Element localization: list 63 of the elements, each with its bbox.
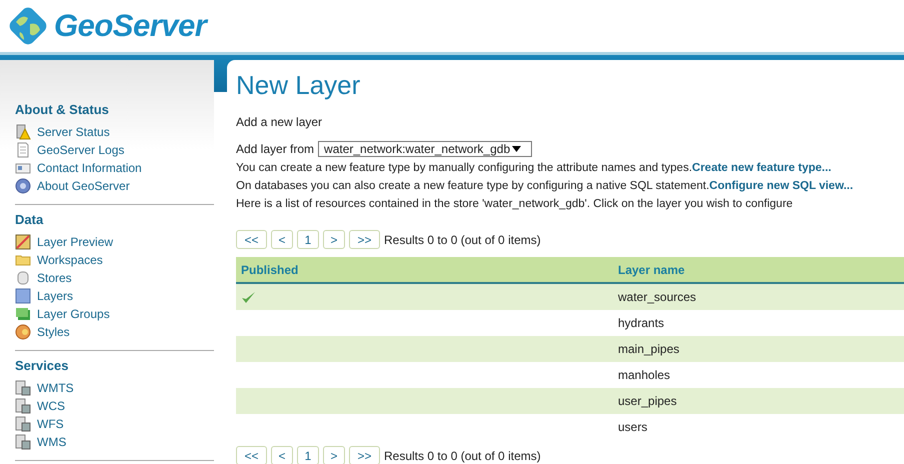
layers-icon [15,306,31,322]
table-cell-text: user_pipes [618,394,678,408]
pager-button[interactable]: > [323,230,345,249]
sidebar-link[interactable]: GeoServer Logs [37,143,124,157]
pager-button[interactable]: << [236,230,267,249]
section-title: About & Status [15,102,110,117]
pager-button[interactable]: >> [349,446,380,464]
document-icon [15,142,31,158]
page-title: New Layer [236,70,362,101]
table-row[interactable]: water_sources [236,284,904,310]
action-link[interactable]: Create new feature type... [692,162,832,174]
sidebar-link[interactable]: WMS [37,435,66,449]
table-cell-text: water_sources [618,290,698,304]
info-text: On databases you can also create a new feature type by configuring a native SQL statement. [236,180,710,192]
sidebar-link[interactable]: WMTS [37,381,74,395]
store-select[interactable]: water_network:water_network_gdb [318,141,532,157]
map-icon [15,234,31,250]
layer-icon [15,288,31,304]
sidebar-link[interactable]: WCS [37,399,65,413]
table-cell-text: manholes [618,368,672,382]
palette-icon [15,324,31,340]
sidebar-link[interactable]: Server Status [37,125,110,139]
results-summary: Results 0 to 0 (out of 0 items) [384,448,541,462]
table-cell-text: users [618,420,648,434]
pager-button[interactable]: < [271,230,293,249]
server-icon [15,434,31,450]
table-row[interactable]: main_pipes [236,336,904,362]
table-row[interactable]: user_pipes [236,388,904,414]
pager-button[interactable]: < [271,446,293,464]
select-label: Add layer from [236,142,314,156]
sidebar-link[interactable]: Styles [37,325,70,339]
action-link[interactable]: Configure new SQL view... [709,180,854,192]
pager-button[interactable]: 1 [297,446,319,464]
column-header: Layer name [618,262,686,276]
table-cell-text: hydrants [618,316,666,330]
sidebar-link[interactable]: Layer Groups [37,307,110,321]
dropdown-arrow-icon [512,146,522,152]
sidebar-link[interactable]: Stores [37,271,72,285]
pager-button[interactable]: << [236,446,267,464]
warning-icon [15,124,31,140]
server-icon [15,380,31,396]
sidebar-link[interactable]: Contact Information [37,161,142,175]
section-title: Services [15,358,70,373]
sidebar-link[interactable]: About GeoServer [37,179,130,193]
sidebar-link[interactable]: Layers [37,289,74,303]
sidebar-link[interactable]: Workspaces [37,253,103,267]
server-icon [15,416,31,432]
pager-button[interactable]: 1 [297,230,319,249]
results-summary: Results 0 to 0 (out of 0 items) [384,232,541,246]
help-icon [15,178,31,194]
sidebar-link[interactable]: WFS [37,417,64,431]
section-title: Data [15,212,44,227]
info-text: You can create a new feature type by manually configuring the attribute names and types. [236,162,692,174]
pager-button[interactable]: >> [349,230,380,249]
column-header: Published [240,262,300,276]
info-text: Here is a list of resources contained in the store 'water_network_gdb'. Click on the layer you wish to configure [236,198,793,210]
pager-button[interactable]: > [323,446,345,464]
page-subtitle: Add a new layer [236,115,324,129]
sidebar-link[interactable]: Layer Preview [37,235,114,249]
server-icon [15,398,31,414]
table-cell-text: main_pipes [618,342,680,356]
database-icon [15,270,31,286]
logo-text[interactable]: GeoServer [54,8,206,44]
